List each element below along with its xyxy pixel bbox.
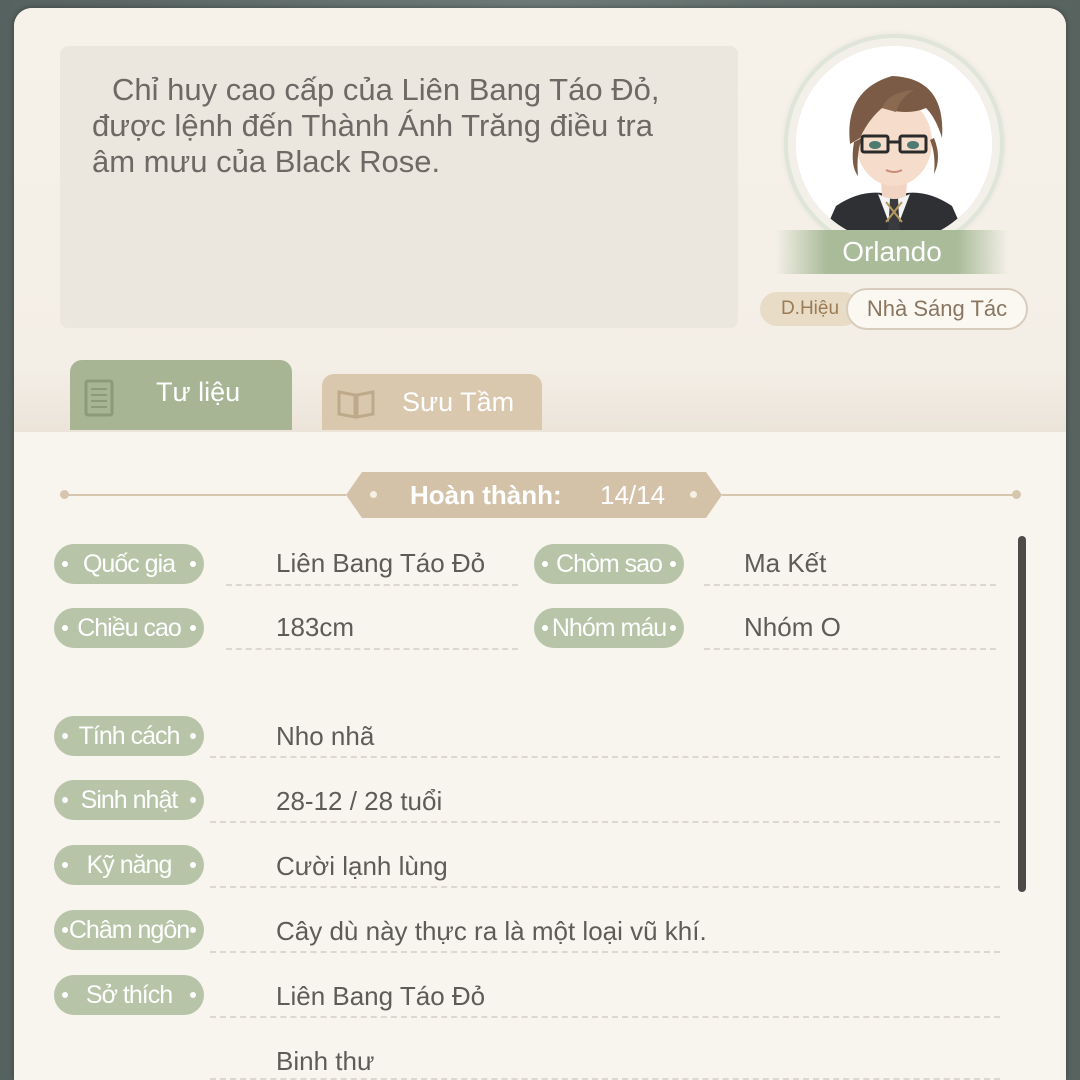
title-badge[interactable]: D.Hiệu Nhà Sáng Tác <box>760 288 1032 330</box>
divider-dot <box>60 490 69 499</box>
title-value: Nhà Sáng Tác <box>846 288 1028 330</box>
title-label: D.Hiệu <box>760 292 860 326</box>
value-constellation: Ma Kết <box>744 548 827 578</box>
pill-dot <box>370 491 377 498</box>
label-personality: Tính cách <box>54 716 204 756</box>
description-box: Chỉ huy cao cấp của Liên Bang Táo Đỏ, đư… <box>60 46 738 328</box>
label-hobby: Sở thích <box>54 975 204 1015</box>
value-height: 183cm <box>276 612 355 642</box>
completion-label: Hoàn thành: <box>410 480 562 510</box>
completion-value: 14/14 <box>600 480 666 510</box>
label-birthday: Sinh nhật <box>54 780 204 820</box>
label-blood-type: Nhóm máu <box>534 608 684 648</box>
value-motto: Cây dù này thực ra là một loại vũ khí. <box>276 916 707 946</box>
value-country: Liên Bang Táo Đỏ <box>276 548 486 578</box>
portrait-frame[interactable] <box>788 38 1000 250</box>
label-motto: Châm ngôn <box>54 910 204 950</box>
row-divider <box>210 886 1000 888</box>
row-divider <box>704 648 996 650</box>
completion-badge: Hoàn thành: 14/14 <box>346 472 722 518</box>
divider-left <box>64 494 346 496</box>
label-constellation: Chòm sao <box>534 544 684 584</box>
label-skill: Kỹ năng <box>54 845 204 885</box>
tab-label: Sưu Tầm <box>402 387 515 417</box>
row-divider <box>210 951 1000 953</box>
character-profile-panel: Chỉ huy cao cấp của Liên Bang Táo Đỏ, đư… <box>14 8 1066 1080</box>
profile-content: Hoàn thành: 14/14 Quốc gia Liên Bang Táo… <box>14 432 1066 1080</box>
character-avatar-illustration <box>796 46 992 242</box>
notebook-icon <box>84 376 114 440</box>
tab-label: Tư liệu <box>156 377 241 407</box>
tab-tu-lieu[interactable]: Tư liệu <box>70 360 292 430</box>
row-divider <box>226 648 518 650</box>
character-name: Orlando <box>776 230 1008 274</box>
pill-dot <box>690 491 697 498</box>
tab-suu-tam[interactable]: Sưu Tầm <box>322 374 542 430</box>
value-hobby-1: Liên Bang Táo Đỏ <box>276 981 486 1011</box>
value-blood-type: Nhóm O <box>744 612 841 642</box>
row-divider <box>704 584 996 586</box>
row-divider <box>210 756 1000 758</box>
value-personality: Nho nhã <box>276 721 375 751</box>
panel-header-area: Chỉ huy cao cấp của Liên Bang Táo Đỏ, đư… <box>14 8 1066 432</box>
label-country: Quốc gia <box>54 544 204 584</box>
divider-right <box>722 494 1018 496</box>
row-divider <box>210 821 1000 823</box>
value-hobby-2: Binh thư <box>276 1046 375 1076</box>
scrollbar[interactable] <box>1018 536 1026 892</box>
character-portrait <box>796 46 992 242</box>
value-birthday: 28-12 / 28 tuổi <box>276 786 443 816</box>
character-description: Chỉ huy cao cấp của Liên Bang Táo Đỏ, đư… <box>92 72 660 179</box>
divider-dot <box>1012 490 1021 499</box>
row-divider <box>210 1016 1000 1018</box>
value-skill: Cười lạnh lùng <box>276 851 448 881</box>
label-height: Chiều cao <box>54 608 204 648</box>
row-divider <box>226 584 518 586</box>
